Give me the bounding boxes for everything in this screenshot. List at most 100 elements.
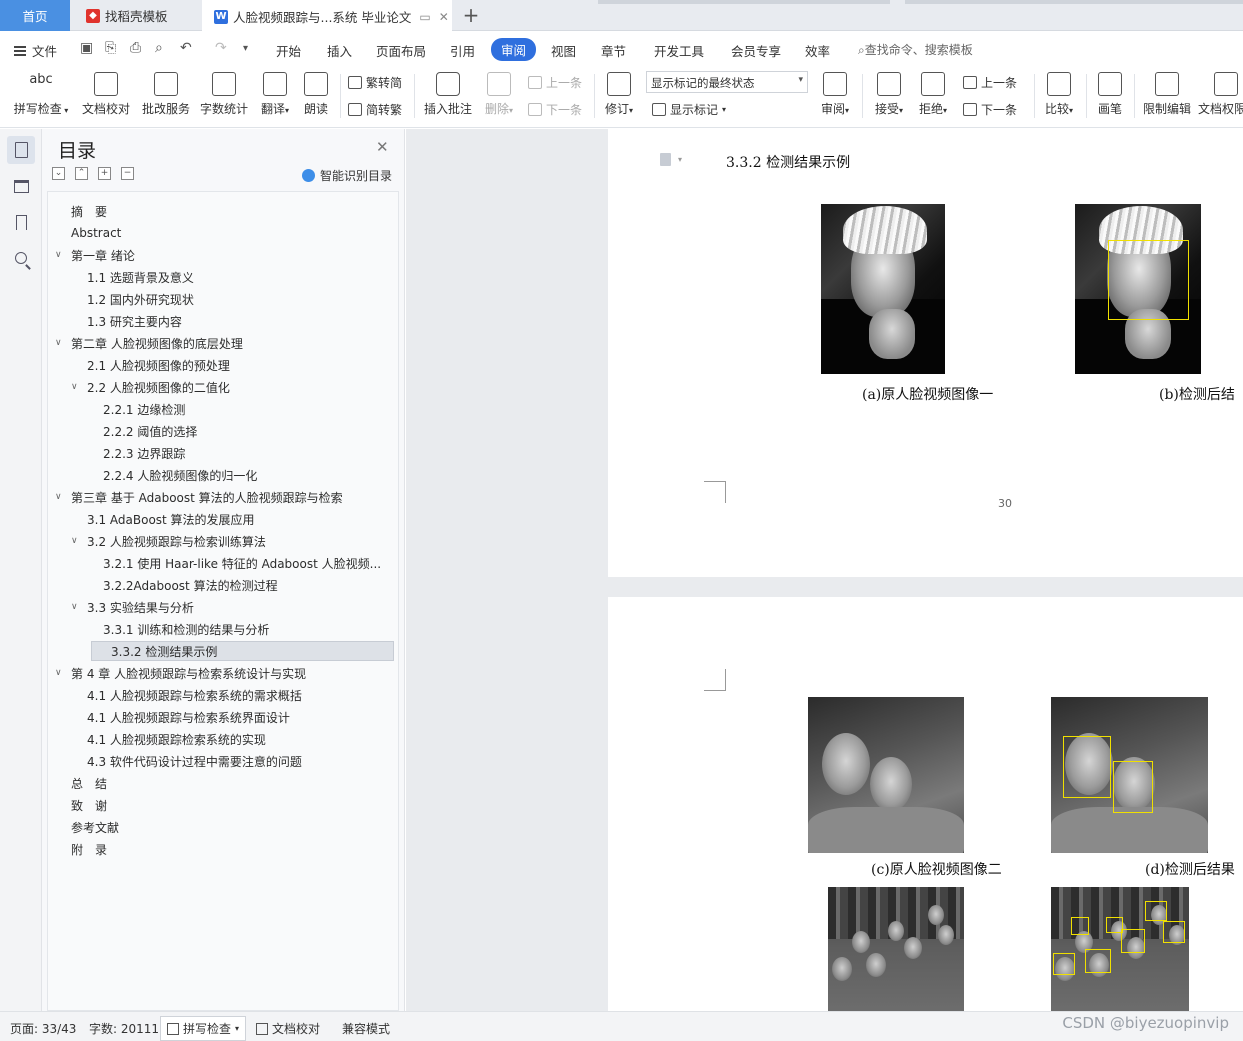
reject-button[interactable]: 拒绝▾ [914,72,952,117]
toc-item[interactable]: ∨ 第一章 绪论 [55,245,388,265]
spellcheck-button[interactable]: abc 拼写检查 ▾ [10,72,72,117]
chapter-nav-button[interactable] [7,172,35,200]
menu-view[interactable]: 视图 [551,41,576,60]
file-menu-button[interactable]: 文件 [14,41,57,60]
menu-section[interactable]: 章节 [601,41,626,60]
redo-icon[interactable]: ↷ [215,40,227,56]
toc-item[interactable]: 4.1 人脸视频跟踪与检索系统的需求概括 [71,685,388,705]
delete-comment-button[interactable]: 删除▾ [480,72,518,117]
insert-comment-button[interactable]: 插入批注 [422,72,474,117]
spellcheck-status-button[interactable]: 拼写检查 ▾ [160,1016,247,1041]
doc-permission-button[interactable]: 文档权限 [1198,72,1243,117]
document-canvas[interactable]: ▾ 3.3.2 检测结果示例 (a)原人脸视频图像一 (b)检测后结 30 (c… [406,129,1243,1011]
print-preview-icon[interactable]: ⌕ [155,40,163,56]
toc-item[interactable]: 致 谢 [55,795,388,815]
toc-item[interactable]: 参考文献 [55,817,388,837]
toc-item[interactable]: 总 结 [55,773,388,793]
next-change-button[interactable]: 下一条 [963,101,1017,118]
word-count-button[interactable]: 字数统计 [198,72,250,117]
toc-item[interactable]: ∨ 第二章 人脸视频图像的底层处理 [55,333,388,353]
markup-state-select[interactable]: 显示标记的最终状态 ▾ [646,71,808,93]
chevron-down-icon[interactable]: ∨ [55,492,67,502]
toc-item[interactable]: 2.2.2 阈值的选择 [87,421,388,441]
close-icon[interactable]: ✕ [376,138,389,156]
minus-icon[interactable]: − [121,167,134,180]
proofread-status-button[interactable]: 文档校对 [256,1020,320,1037]
proofread-button[interactable]: 文档校对 [80,72,132,117]
word-count-indicator[interactable]: 字数: 20111 [89,1020,159,1037]
toc-item-selected[interactable]: 3.3.2 检测结果示例 [91,641,394,661]
menu-insert[interactable]: 插入 [327,41,352,60]
chevron-down-icon[interactable]: ∨ [55,250,67,260]
chevron-down-icon[interactable]: ∨ [71,536,83,546]
traditional-to-simplified-button[interactable]: 繁转简 [348,74,402,91]
chevron-down-icon[interactable]: ∨ [55,668,67,678]
batch-service-button[interactable]: 批改服务 [140,72,192,117]
tab-document[interactable]: W 人脸视频跟踪与...系统 毕业论文 ▭ ✕ [202,0,452,31]
toc-item[interactable]: 1.2 国内外研究现状 [71,289,388,309]
translate-button[interactable]: 翻译▾ [256,72,294,117]
accept-button[interactable]: 接受▾ [870,72,908,117]
save-icon[interactable]: ▣ [80,40,93,56]
toc-item[interactable]: 2.1 人脸视频图像的预处理 [71,355,388,375]
undo-icon[interactable]: ↶ [180,40,192,56]
chevron-down-icon[interactable]: ∨ [71,382,83,392]
menu-efficiency[interactable]: 效率 [805,41,830,60]
bookmark-button[interactable] [7,208,35,236]
toc-item[interactable]: 摘 要 [55,201,388,221]
restrict-editing-button[interactable]: 限制编辑 [1140,72,1194,117]
toc-item[interactable]: 2.2.4 人脸视频图像的归一化 [87,465,388,485]
menu-member[interactable]: 会员专享 [731,41,781,60]
pin-icon[interactable]: ▭ [419,10,430,24]
toc-item[interactable]: 4.1 人脸视频跟踪检索系统的实现 [71,729,388,749]
review-pane-button[interactable]: 审阅▾ [816,72,854,117]
toc-item[interactable]: 3.2.2Adaboost 算法的检测过程 [87,575,388,595]
toc-item[interactable]: ∨ 第三章 基于 Adaboost 算法的人脸视频跟踪与检索 [55,487,388,507]
new-tab-button[interactable]: + [460,3,482,27]
compare-button[interactable]: 比较▾ [1040,72,1078,117]
quick-access-dropdown-icon[interactable]: ▾ [243,43,248,54]
toc-item[interactable]: 3.3.1 训练和检测的结果与分析 [87,619,388,639]
smart-toc-button[interactable]: 智能识别目录 [302,167,392,184]
toc-item[interactable]: 4.1 人脸视频跟踪与检索系统界面设计 [71,707,388,727]
command-search[interactable]: ⌕查找命令、搜索模板 [858,41,973,58]
chevron-down-icon[interactable]: ∨ [71,602,83,612]
close-tab-icon[interactable]: ✕ [439,10,449,24]
toc-item[interactable]: 1.1 选题背景及意义 [71,267,388,287]
toc-item[interactable]: 2.2.3 边界跟踪 [87,443,388,463]
prev-change-button[interactable]: 上一条 [963,74,1017,91]
menu-start[interactable]: 开始 [276,41,301,60]
pen-button[interactable]: 画笔 [1094,72,1126,117]
tab-template[interactable]: ◆ 找稻壳模板 [72,0,200,31]
track-changes-button[interactable]: 修订▾ [600,72,638,117]
prev-comment-button[interactable]: 上一条 [528,74,582,91]
expand-up-icon[interactable]: ⌃ [75,167,88,180]
next-comment-button[interactable]: 下一条 [528,101,582,118]
toc-item[interactable]: ∨ 3.3 实验结果与分析 [71,597,388,617]
toc-item[interactable]: ∨ 2.2 人脸视频图像的二值化 [71,377,388,397]
export-pdf-icon[interactable]: ⎘ [105,40,116,56]
toc-item[interactable]: 3.1 AdaBoost 算法的发展应用 [71,509,388,529]
find-button[interactable] [7,244,35,272]
toc-item[interactable]: 2.2.1 边缘检测 [87,399,388,419]
toc-item[interactable]: ∨ 第 4 章 人脸视频跟踪与检索系统设计与实现 [55,663,388,683]
paragraph-handle-icon[interactable] [660,153,671,166]
toc-item[interactable]: 附 录 [55,839,388,859]
toc-item[interactable]: 1.3 研究主要内容 [71,311,388,331]
toc-item[interactable]: 3.2.1 使用 Haar-like 特征的 Adaboost 人脸视频... [87,553,388,573]
toc-item[interactable]: ∨ 3.2 人脸视频跟踪与检索训练算法 [71,531,388,551]
collapse-all-icon[interactable]: ⌄ [52,167,65,180]
read-aloud-button[interactable]: 朗读 [300,72,332,117]
toc-panel-button[interactable] [7,136,35,164]
print-icon[interactable]: ⎙ [130,40,141,56]
toc-item[interactable]: Abstract [55,223,388,243]
menu-review[interactable]: 审阅 [491,38,537,61]
chevron-down-icon[interactable]: ∨ [55,338,67,348]
plus-icon[interactable]: + [98,167,111,180]
show-markup-button[interactable]: 显示标记 ▾ [652,101,726,118]
toc-item[interactable]: 4.3 软件代码设计过程中需要注意的问题 [71,751,388,771]
menu-references[interactable]: 引用 [450,41,475,60]
menu-developer[interactable]: 开发工具 [654,41,704,60]
menu-page-layout[interactable]: 页面布局 [376,41,426,60]
page-indicator[interactable]: 页面: 33/43 [10,1020,76,1037]
